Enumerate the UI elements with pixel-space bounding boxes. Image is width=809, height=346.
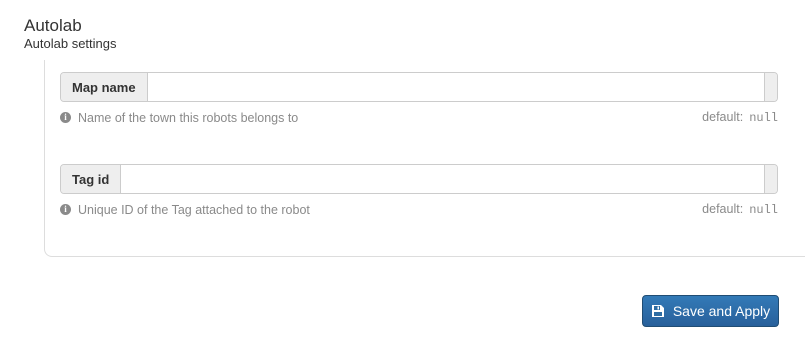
tag-id-label: Tag id <box>61 165 122 193</box>
save-and-apply-button[interactable]: Save and Apply <box>642 295 779 327</box>
map-name-label: Map name <box>61 73 148 101</box>
map-name-default: default: null <box>702 110 778 125</box>
section-header: Autolab Autolab settings <box>24 16 117 52</box>
save-and-apply-label: Save and Apply <box>672 303 771 319</box>
map-name-default-label: default: <box>702 110 744 124</box>
map-name-help-text: Name of the town this robots belongs to <box>78 110 299 125</box>
tag-id-default-label: default: <box>702 202 744 216</box>
tag-id-help-text: Unique ID of the Tag attached to the rob… <box>78 202 310 217</box>
info-circle-icon: i <box>60 112 71 123</box>
section-title: Autolab <box>24 16 82 35</box>
section-subtitle: Autolab settings <box>24 36 117 51</box>
tag-id-help-row: i Unique ID of the Tag attached to the r… <box>60 202 778 217</box>
autolab-settings-page: Autolab Autolab settings Map name i Name… <box>0 0 809 346</box>
tag-id-default-value: null <box>749 203 778 217</box>
map-name-input[interactable] <box>147 73 764 101</box>
tag-id-field: Tag id i Unique ID of the Tag attached t… <box>60 164 778 217</box>
info-circle-icon: i <box>60 204 71 215</box>
map-name-input-end <box>764 73 777 101</box>
map-name-default-value: null <box>749 111 778 125</box>
map-name-help-row: i Name of the town this robots belongs t… <box>60 110 778 125</box>
map-name-field: Map name i Name of the town this robots … <box>60 72 778 125</box>
tag-id-default: default: null <box>702 202 778 217</box>
tag-id-input[interactable] <box>121 165 764 193</box>
map-name-input-group: Map name <box>60 72 778 102</box>
save-floppy-icon <box>651 304 665 318</box>
tag-id-input-end <box>764 165 777 193</box>
tag-id-input-group: Tag id <box>60 164 778 194</box>
